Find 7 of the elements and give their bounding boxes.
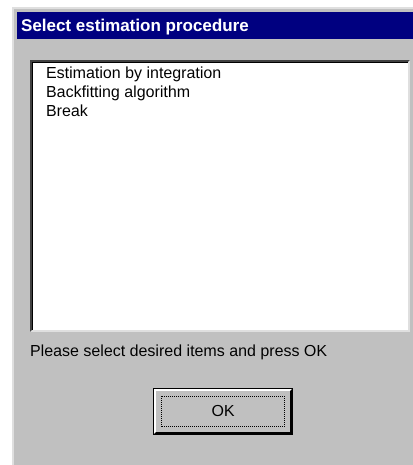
window-title: Select estimation procedure <box>21 16 249 36</box>
instruction-text: Please select desired items and press OK <box>30 343 328 361</box>
list-box[interactable]: Estimation by integration Backfitting algorithm Break <box>30 60 410 332</box>
list-item[interactable]: Backfitting algorithm <box>46 83 190 102</box>
list-item[interactable]: Estimation by integration <box>46 64 222 83</box>
list-item[interactable]: Break <box>46 102 88 121</box>
ok-button[interactable]: OK <box>154 389 292 434</box>
